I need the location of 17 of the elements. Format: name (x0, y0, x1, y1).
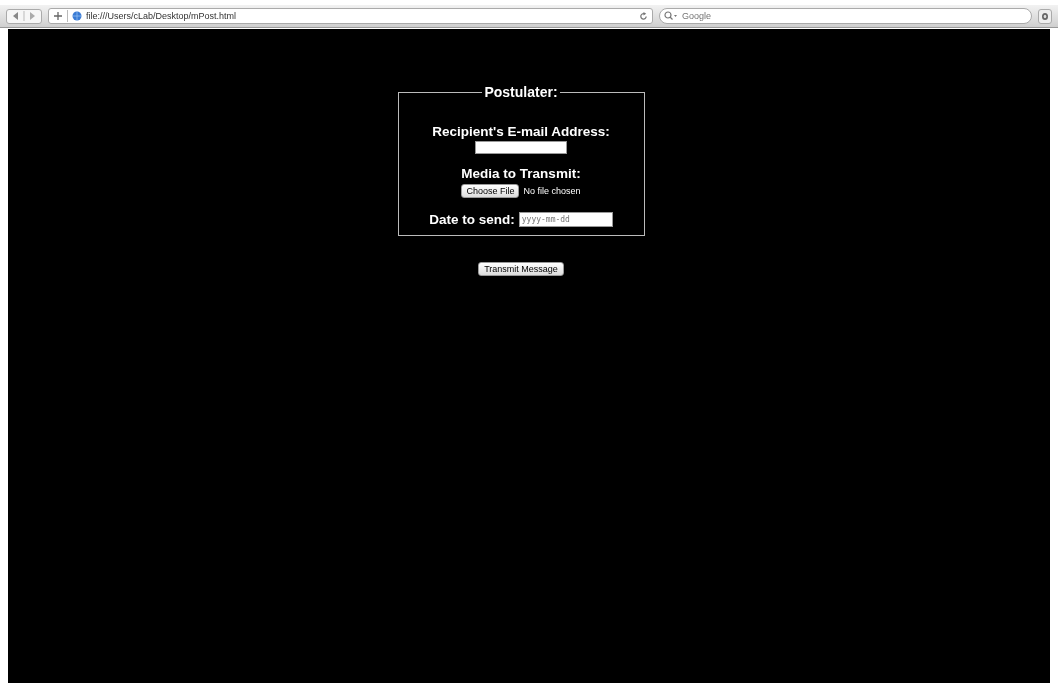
form-legend: Postulater: (482, 84, 560, 100)
choose-file-button[interactable]: Choose File (461, 184, 520, 198)
settings-icon (1041, 11, 1049, 21)
settings-button[interactable] (1038, 8, 1052, 24)
reload-icon[interactable] (639, 11, 648, 21)
address-bar[interactable]: file:///Users/cLab/Desktop/mPost.html (48, 8, 653, 24)
plus-icon[interactable] (53, 11, 63, 21)
search-field[interactable]: Google (659, 8, 1032, 24)
email-label: Recipient's E-mail Address: (432, 124, 610, 139)
transmit-button[interactable]: Transmit Message (478, 262, 564, 276)
date-label: Date to send: (429, 212, 515, 227)
date-field[interactable]: yyyy-mm-dd (518, 212, 613, 227)
url-text: file:///Users/cLab/Desktop/mPost.html (86, 11, 237, 21)
email-field[interactable] (475, 141, 567, 154)
file-status-text: No file chosen (523, 186, 581, 196)
globe-icon (72, 11, 82, 21)
media-label: Media to Transmit: (461, 166, 581, 181)
